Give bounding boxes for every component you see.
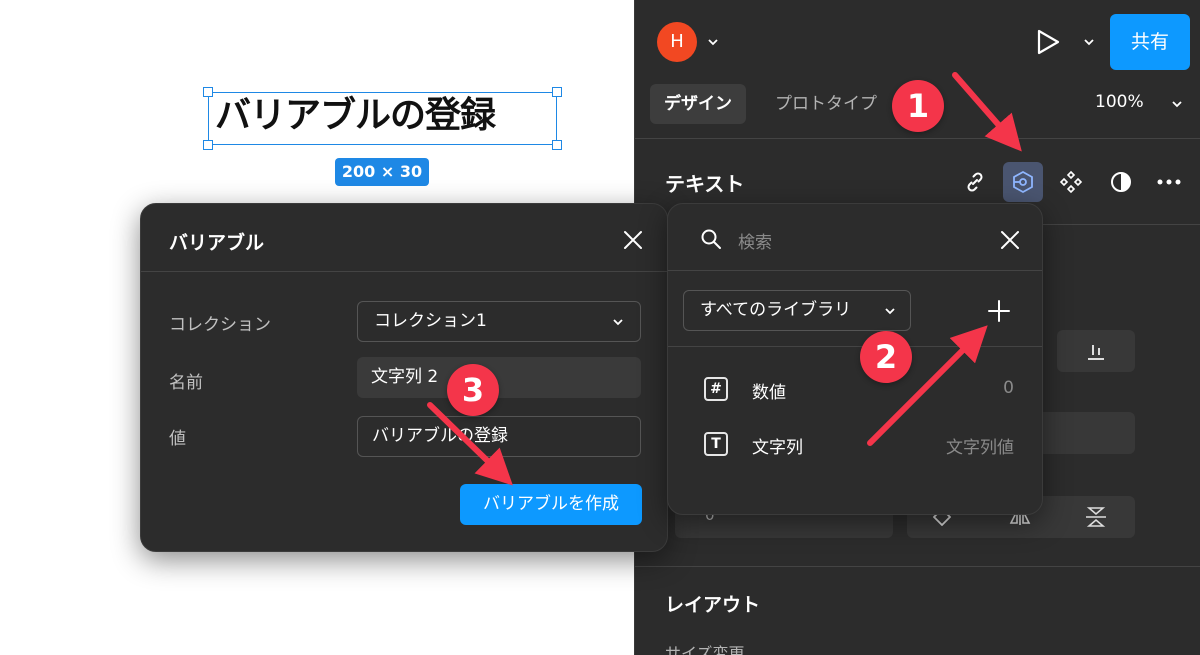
create-variable-dialog: バリアブル コレクション コレクション1 名前 文字列 2 値 バリアブルの登録… — [140, 203, 668, 552]
resize-handle-bottom-left[interactable] — [203, 140, 213, 150]
dialog-title: バリアブル — [169, 232, 265, 254]
step-badge-1: 1 — [892, 80, 944, 132]
resize-label: サイズ変更 — [665, 644, 745, 655]
variable-value-input[interactable]: バリアブルの登録 — [357, 416, 641, 457]
popup-divider — [668, 346, 1042, 347]
number-hash-icon: # — [704, 377, 728, 401]
library-filter-value: すべてのライブラリ — [700, 300, 852, 320]
chevron-down-icon — [885, 308, 895, 315]
close-icon[interactable] — [621, 228, 645, 252]
align-bottom-icon — [1088, 345, 1104, 360]
tab-design[interactable]: デザイン — [650, 84, 746, 124]
step-badge-3: 3 — [447, 364, 499, 416]
step-badge-2: 2 — [860, 331, 912, 383]
resize-handle-top-left[interactable] — [203, 87, 213, 97]
apply-variable-icon[interactable] — [1003, 162, 1043, 202]
collection-label: コレクション — [169, 315, 271, 335]
chevron-down-icon[interactable] — [1083, 36, 1095, 48]
selected-text-layer[interactable]: バリアブルの登録 — [203, 87, 562, 150]
flip-vertical-icon[interactable] — [1085, 507, 1107, 527]
contrast-icon[interactable] — [1101, 162, 1141, 202]
more-icon[interactable] — [1149, 162, 1189, 202]
add-variable-plus-icon[interactable] — [986, 298, 1012, 324]
library-filter-select[interactable]: すべてのライブラリ — [683, 290, 911, 331]
variable-name: 文字列 — [752, 438, 803, 458]
play-icon[interactable] — [1035, 28, 1061, 56]
collection-value: コレクション1 — [374, 311, 487, 331]
zoom-level[interactable]: 100% — [1095, 92, 1144, 112]
panel-divider — [635, 566, 1200, 567]
chevron-down-icon[interactable] — [707, 36, 719, 48]
variable-name-input[interactable]: 文字列 2 — [357, 357, 641, 398]
name-label: 名前 — [169, 373, 203, 393]
link-icon[interactable] — [955, 162, 995, 202]
dimensions-badge: 200 × 30 — [335, 158, 429, 186]
text-section-title: テキスト — [665, 172, 745, 196]
tab-prototype[interactable]: プロトタイプ — [761, 84, 891, 124]
variable-name: 数値 — [752, 383, 786, 403]
value-label: 値 — [169, 429, 186, 449]
resize-handle-bottom-right[interactable] — [552, 140, 562, 150]
align-bottom-button[interactable] — [1057, 330, 1135, 372]
text-t-icon: T — [704, 432, 728, 456]
chevron-down-icon — [613, 319, 623, 326]
component-icon[interactable] — [1051, 162, 1091, 202]
selected-text-content: バリアブルの登録 — [215, 95, 496, 136]
dialog-divider — [141, 271, 667, 272]
chevron-down-icon[interactable] — [1171, 98, 1183, 110]
search-icon — [701, 229, 721, 249]
popup-divider — [668, 270, 1042, 271]
create-variable-button[interactable]: バリアブルを作成 — [460, 484, 642, 525]
variable-value: 文字列値 — [946, 438, 1014, 458]
close-icon[interactable] — [998, 228, 1022, 252]
layout-section-title: レイアウト — [665, 594, 761, 616]
search-input[interactable]: 検索 — [738, 228, 772, 253]
resize-handle-top-right[interactable] — [552, 87, 562, 97]
collection-select[interactable]: コレクション1 — [357, 301, 641, 342]
variable-value: 0 — [1003, 378, 1014, 398]
avatar[interactable]: H — [657, 22, 697, 62]
panel-divider — [635, 138, 1200, 139]
share-button[interactable]: 共有 — [1110, 14, 1190, 70]
variables-library-popup: 検索 すべてのライブラリ # 数値 0 T 文字列 文字列値 — [667, 203, 1043, 515]
